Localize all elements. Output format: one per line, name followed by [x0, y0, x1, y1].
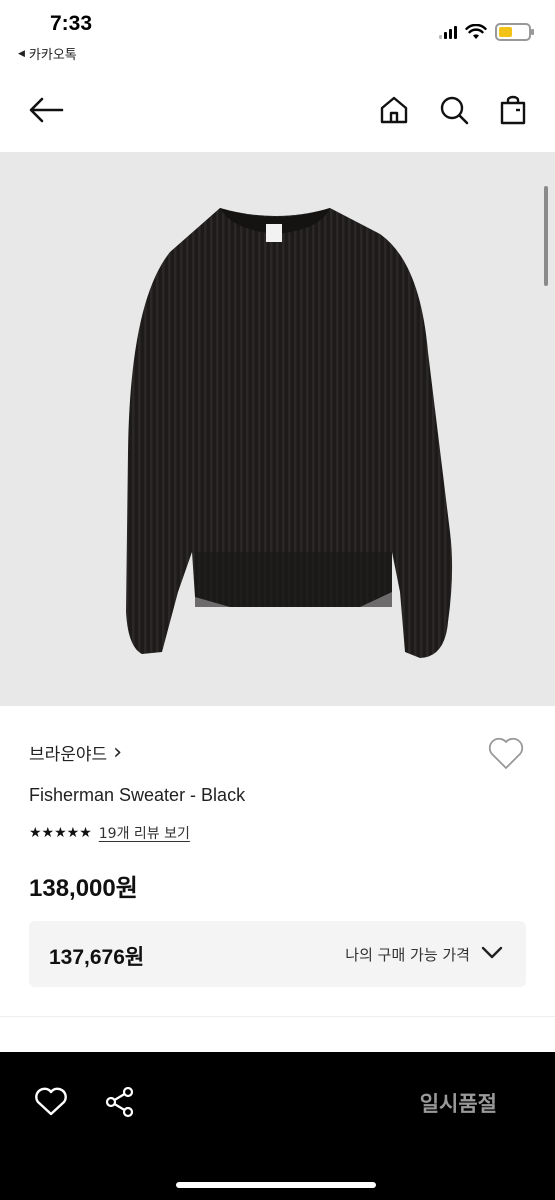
status-bar: 7:33 ◀ 카카오톡 — [0, 0, 555, 68]
back-app-label: 카카오톡 — [28, 48, 77, 63]
product-image[interactable] — [0, 152, 555, 706]
star-rating-icon: ★★★★★ — [29, 825, 92, 841]
home-icon[interactable] — [376, 92, 412, 128]
partially-hidden-text — [29, 1044, 369, 1052]
battery-icon — [495, 23, 534, 41]
soldout-button[interactable]: 일시품절 — [420, 1088, 497, 1118]
status-time: 7:33 — [50, 12, 93, 35]
product-name: Fisherman Sweater - Black — [29, 785, 246, 805]
back-arrow-icon[interactable] — [28, 92, 64, 128]
my-price-value: 137,676원 — [49, 946, 145, 969]
sweater-image — [126, 208, 453, 658]
status-icons — [439, 23, 534, 41]
heart-icon[interactable] — [31, 1082, 71, 1122]
search-icon[interactable] — [436, 92, 472, 128]
rating-row: ★★★★★ 19개 리뷰 보기 — [29, 823, 190, 843]
header — [0, 80, 555, 140]
home-indicator[interactable] — [176, 1182, 376, 1188]
bag-icon[interactable] — [495, 92, 531, 128]
signal-icon — [439, 25, 457, 39]
brand-link[interactable]: 브라운야드 › — [29, 740, 122, 765]
image-scrollbar[interactable] — [544, 186, 548, 286]
my-price-label: 나의 구매 가능 가격 — [345, 946, 470, 964]
chevron-right-icon: › — [113, 739, 123, 765]
my-price-dropdown[interactable]: 137,676원 나의 구매 가능 가격 — [29, 921, 526, 987]
bottom-action-bar: 일시품절 — [0, 1052, 555, 1200]
product-price: 138,000원 — [29, 875, 138, 902]
divider — [0, 1016, 555, 1017]
chevron-down-icon — [481, 946, 503, 959]
brand-name: 브라운야드 — [29, 745, 108, 765]
wifi-icon — [465, 24, 487, 39]
heart-icon[interactable] — [487, 735, 525, 771]
back-triangle-icon: ◀ — [18, 48, 25, 59]
back-to-app-link[interactable]: ◀ 카카오톡 — [18, 44, 77, 63]
share-icon[interactable] — [100, 1082, 140, 1122]
review-link[interactable]: 19개 리뷰 보기 — [99, 823, 190, 843]
